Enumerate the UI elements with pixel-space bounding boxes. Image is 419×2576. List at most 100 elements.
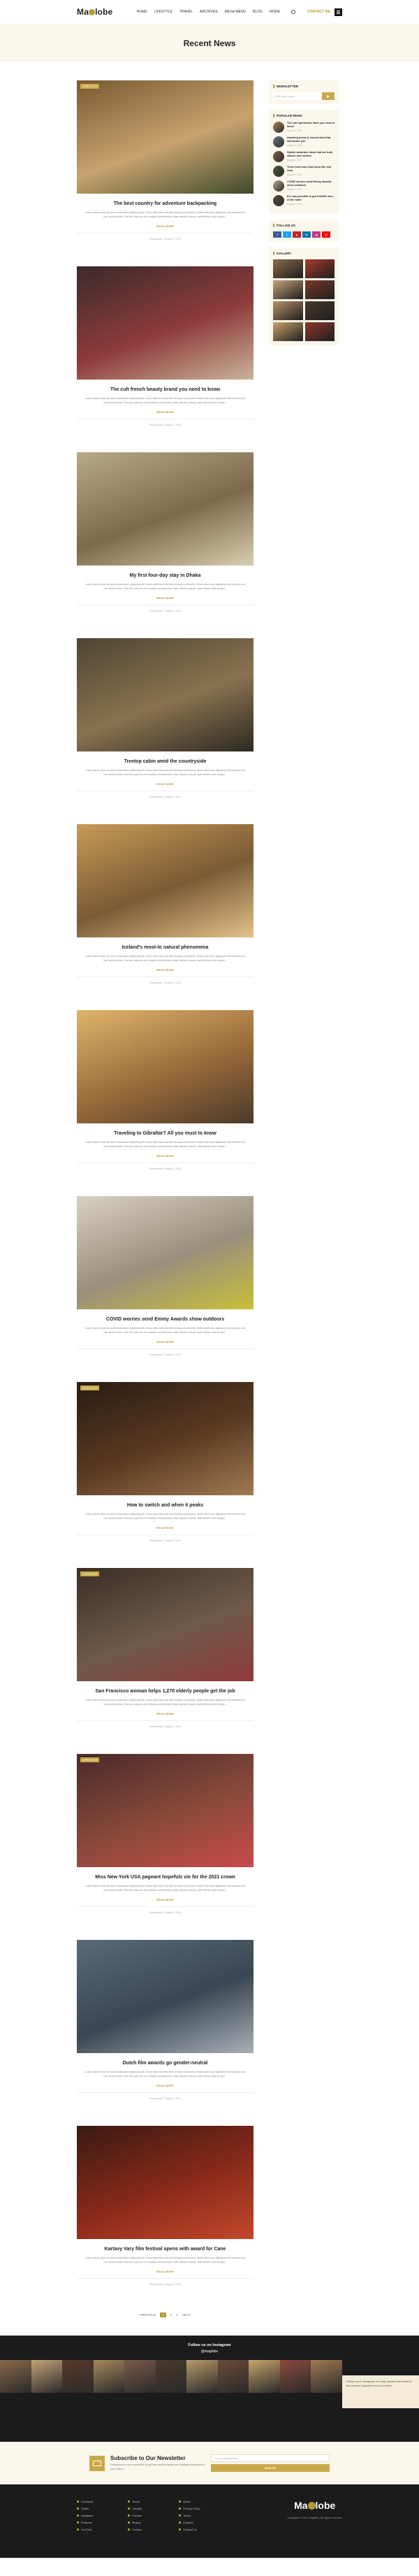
post-image[interactable]: LIFESTYLE <box>77 1382 253 1495</box>
popular-thumbnail[interactable] <box>273 151 284 162</box>
read-more-link[interactable]: READ MORE <box>77 2084 253 2087</box>
post-title[interactable]: How to switch and when it peaks <box>77 1502 253 1509</box>
social-icon[interactable]: in <box>302 231 311 238</box>
instagram-image[interactable] <box>311 2359 343 2393</box>
pagination-page-1[interactable]: 1 <box>160 2312 166 2317</box>
gallery-image[interactable] <box>273 259 303 278</box>
post-title[interactable]: My first four-day stay in Dhaka <box>77 573 253 579</box>
instagram-image[interactable] <box>217 2359 249 2393</box>
pagination-page-2[interactable]: 2 <box>170 2313 172 2317</box>
read-more-link[interactable]: READ MORE <box>77 410 253 414</box>
post-title[interactable]: San Francisco woman helps 1,270 elderly … <box>77 1688 253 1694</box>
pagination-prev[interactable]: PREVIOUS <box>140 2313 156 2317</box>
footer-link[interactable]: Beauty <box>128 2521 166 2524</box>
read-more-link[interactable]: READ MORE <box>77 1340 253 1344</box>
popular-item[interactable]: COVID worries send Emmy Awards show outd… <box>273 180 335 192</box>
post-image[interactable] <box>77 2126 253 2239</box>
footer-logo[interactable]: Ma lobe <box>287 2500 342 2511</box>
post-image[interactable] <box>77 1196 253 1309</box>
read-more-link[interactable]: READ MORE <box>77 968 253 972</box>
popular-thumbnail[interactable] <box>273 195 284 206</box>
post-title[interactable]: Kartavy Vary film festival opens with aw… <box>77 2246 253 2252</box>
social-icon[interactable]: t <box>283 231 291 238</box>
popular-thumbnail[interactable] <box>273 122 284 133</box>
popular-title[interactable]: It's now possible to get a Netflix tour … <box>287 195 335 206</box>
popular-thumbnail[interactable] <box>273 166 284 177</box>
footer-link[interactable]: Cookies <box>179 2521 217 2524</box>
nav-travel[interactable]: TRAVEL <box>179 10 193 14</box>
popular-item[interactable]: The cult sportswear label you need to kn… <box>273 122 335 133</box>
post-image[interactable]: LIFESTYLE <box>77 1754 253 1867</box>
logo[interactable]: Ma lobe <box>77 7 113 17</box>
search-icon[interactable] <box>291 10 296 14</box>
popular-thumbnail[interactable] <box>273 180 284 192</box>
footer-link[interactable]: Contact <box>128 2528 166 2531</box>
gallery-image[interactable] <box>273 301 303 320</box>
social-icon[interactable]: ig <box>312 231 321 238</box>
social-icon[interactable]: p <box>293 231 301 238</box>
nav-archives[interactable]: ARCHIVES <box>200 10 218 14</box>
pagination-next[interactable]: NEXT <box>182 2313 191 2317</box>
footer-link[interactable]: Lifestyle <box>128 2507 166 2510</box>
popular-item[interactable]: Stylish wardrobe ideas that are both cla… <box>273 151 335 162</box>
nav-blog[interactable]: BLOG <box>253 10 263 14</box>
footer-link[interactable]: Facebook <box>77 2500 115 2503</box>
instagram-image[interactable] <box>0 2359 31 2393</box>
subscribe-email-input[interactable]: Your email address <box>211 2454 330 2462</box>
footer-link[interactable]: Privacy Policy <box>179 2507 217 2510</box>
category-badge[interactable]: LIFESTYLE <box>80 1571 100 1576</box>
post-title[interactable]: Dutch film awards go gender-neutral <box>77 2060 253 2066</box>
menu-icon[interactable] <box>335 8 342 16</box>
footer-link[interactable]: Fashion <box>128 2514 166 2517</box>
instagram-image[interactable] <box>93 2359 125 2393</box>
nav-mega-menu[interactable]: MEGA MENU <box>225 10 247 14</box>
newsletter-input[interactable]: Enter your email <box>273 92 322 100</box>
gallery-image[interactable] <box>273 280 303 299</box>
post-image[interactable] <box>77 824 253 937</box>
footer-link[interactable]: Travel <box>128 2500 166 2503</box>
gallery-image[interactable] <box>304 280 335 299</box>
popular-item[interactable]: It's now possible to get a Netflix tour … <box>273 195 335 206</box>
instagram-image[interactable] <box>249 2359 280 2393</box>
instagram-image[interactable] <box>31 2359 63 2393</box>
post-title[interactable]: Miss New York USA pageant hopefuls vie f… <box>77 1874 253 1880</box>
popular-title[interactable]: COVID worries send Emmy Awards show outd… <box>287 180 335 192</box>
popular-title[interactable]: The cult sportswear label you need to kn… <box>287 122 335 133</box>
read-more-link[interactable]: READ MORE <box>77 1154 253 1158</box>
footer-link[interactable]: Terms <box>179 2514 217 2517</box>
post-title[interactable]: The cult french beauty brand you need to… <box>77 387 253 393</box>
popular-thumbnail[interactable] <box>273 136 284 147</box>
newsletter-submit-button[interactable] <box>322 92 335 100</box>
post-title[interactable]: COVID worries send Emmy Awards show outd… <box>77 1316 253 1323</box>
instagram-image[interactable] <box>62 2359 94 2393</box>
post-image[interactable] <box>77 452 253 566</box>
read-more-link[interactable]: READ MORE <box>77 1526 253 1530</box>
subscribe-button[interactable]: SIGN UP <box>211 2464 330 2472</box>
contact-link[interactable]: CONTACT ME <box>307 10 330 14</box>
instagram-image[interactable] <box>155 2359 187 2393</box>
footer-link[interactable]: Pinterest <box>77 2521 115 2524</box>
popular-item[interactable]: Amazing ocean & sunset view that will am… <box>273 136 335 147</box>
post-title[interactable]: Traveling to Gibraltar? All you must to … <box>77 1130 253 1137</box>
instagram-image[interactable] <box>124 2359 156 2393</box>
read-more-link[interactable]: READ MORE <box>77 596 253 600</box>
post-image[interactable] <box>77 266 253 380</box>
category-badge[interactable]: LIFESTYLE <box>80 84 100 89</box>
gallery-image[interactable] <box>304 259 335 278</box>
read-more-link[interactable]: READ MORE <box>77 1712 253 1715</box>
post-image[interactable] <box>77 638 253 751</box>
nav-lifestyle[interactable]: LIFESTYLE <box>154 10 172 14</box>
footer-link[interactable]: Contact Us <box>179 2528 217 2531</box>
post-image[interactable] <box>77 1940 253 2053</box>
post-image[interactable] <box>77 1010 253 1123</box>
footer-link[interactable]: YouTube <box>77 2528 115 2531</box>
gallery-image[interactable] <box>273 322 303 341</box>
instagram-image[interactable] <box>279 2359 311 2393</box>
read-more-link[interactable]: READ MORE <box>77 782 253 786</box>
popular-title[interactable]: Amazing ocean & sunset view that will am… <box>287 136 335 147</box>
gallery-image[interactable] <box>304 322 335 341</box>
footer-link[interactable]: Instagram <box>77 2514 115 2517</box>
instagram-image[interactable] <box>186 2359 218 2393</box>
nav-more[interactable]: MORE <box>270 10 280 14</box>
read-more-link[interactable]: READ MORE <box>77 224 253 228</box>
